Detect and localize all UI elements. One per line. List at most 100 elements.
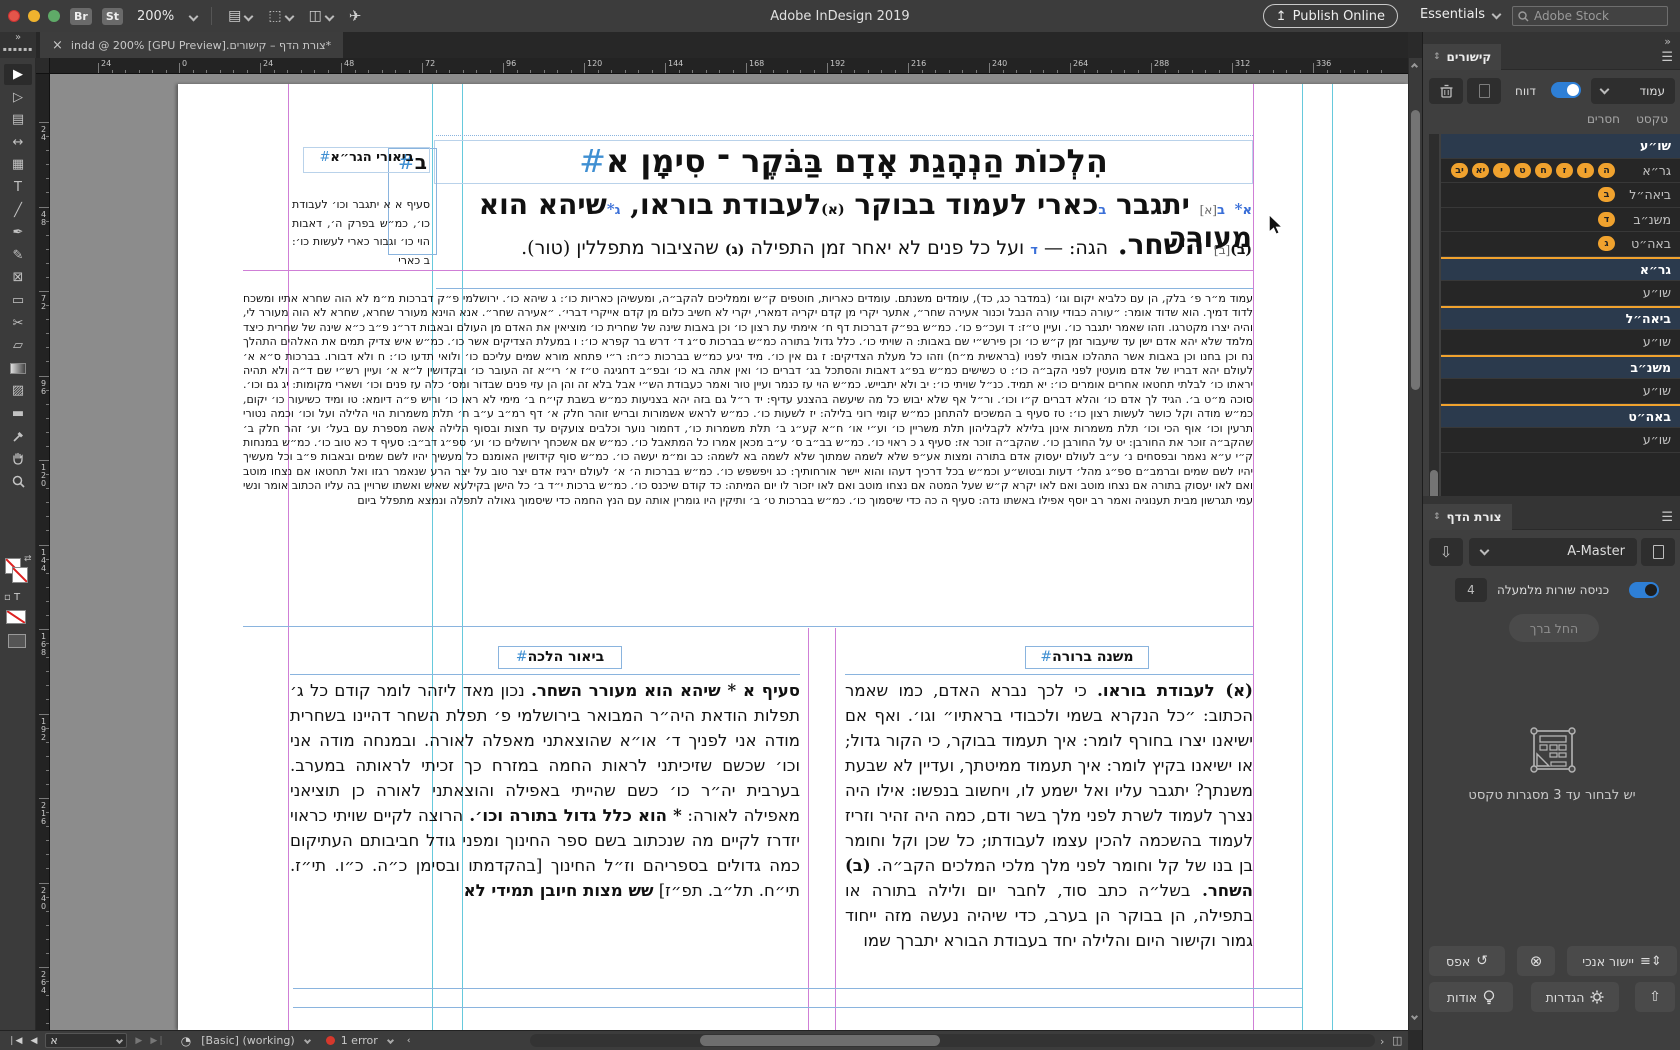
- selection-tool[interactable]: ▶: [4, 64, 32, 85]
- vertical-scrollbar[interactable]: [1408, 58, 1422, 1030]
- close-traffic-light[interactable]: [8, 10, 20, 22]
- link-badge[interactable]: ג: [1598, 236, 1615, 252]
- column-guide[interactable]: [808, 628, 809, 1030]
- column-header-missing[interactable]: חסרים: [1587, 112, 1620, 126]
- note-tool[interactable]: ▬: [4, 403, 32, 424]
- page-mode-dropdown[interactable]: עמוד: [1591, 78, 1675, 104]
- free-transform-tool[interactable]: ▱: [4, 335, 32, 356]
- links-row[interactable]: שו״ע: [1441, 330, 1680, 355]
- scroll-right-arrow[interactable]: ›: [1380, 1035, 1384, 1048]
- pencil-tool[interactable]: ✎: [4, 245, 32, 266]
- page-heading[interactable]: הִלְכוֹת הַנְהָגַת אָדָם בַּבֹּקֶר ־ סִי…: [434, 142, 1253, 180]
- beur-halacha-header-frame[interactable]: ביאור הלכה#: [498, 646, 622, 669]
- stock-search-field[interactable]: Adobe Stock: [1512, 6, 1668, 26]
- preflight-profile[interactable]: [Basic] (working): [201, 1034, 294, 1047]
- link-badge[interactable]: ט: [1514, 162, 1531, 178]
- document-canvas[interactable]: הִלְכוֹת הַנְהָגַת אָדָם בַּבֹּקֶר ־ סִי…: [50, 74, 1408, 1030]
- link-badge[interactable]: ז: [1556, 162, 1573, 178]
- link-badge[interactable]: יא: [1472, 162, 1489, 178]
- links-row[interactable]: ביאה״ל ב: [1441, 183, 1680, 208]
- vertical-align-button[interactable]: ⇕≡ יישור אנכי: [1567, 946, 1677, 976]
- column-header-text[interactable]: טקסט: [1636, 112, 1668, 126]
- stock-button[interactable]: St: [101, 7, 123, 25]
- links-row[interactable]: שו״ע: [1441, 428, 1680, 453]
- page-shape-panel-tab[interactable]: צורת הדף ↕: [1423, 504, 1512, 530]
- publish-online-button[interactable]: ↥ Publish Online: [1262, 4, 1398, 28]
- mishna-berura-header-frame[interactable]: משנה ברורה#: [1025, 646, 1149, 669]
- reset-button[interactable]: ↺ אפס: [1429, 946, 1505, 976]
- line-tool[interactable]: ╱: [4, 200, 32, 221]
- rows-from-top-value[interactable]: 4: [1455, 578, 1487, 602]
- stroke-swatch[interactable]: [12, 567, 28, 583]
- frame-tool[interactable]: ⊠: [4, 267, 32, 288]
- links-row[interactable]: משנ״ב ד: [1441, 208, 1680, 232]
- links-panel-tab[interactable]: קישורים ↕: [1423, 44, 1502, 70]
- collapse-panels-icon[interactable]: »: [1664, 35, 1671, 48]
- preflight-chevron[interactable]: [303, 1036, 311, 1045]
- horizontal-scroll-thumb[interactable]: [700, 1035, 940, 1046]
- view-options-dropdown[interactable]: ▤: [228, 8, 254, 24]
- previous-page-button[interactable]: ◀: [30, 1036, 37, 1046]
- load-master-button[interactable]: ⇩: [1429, 538, 1463, 566]
- links-row[interactable]: באה״ט: [1441, 403, 1680, 428]
- horizontal-ruler[interactable]: 24 0 24 48 72 96 120 144 168 192 216 240 264 288 312 33…: [50, 58, 1408, 74]
- hand-tool[interactable]: [4, 448, 32, 469]
- document-tab[interactable]: × indd @ 200% [GPU Preview].צורת הדף – ק…: [40, 32, 344, 58]
- eyedropper-tool[interactable]: [4, 426, 32, 447]
- links-row[interactable]: שו״ע: [1441, 281, 1680, 306]
- rectangle-tool[interactable]: ▭: [4, 290, 32, 311]
- first-page-button[interactable]: ❘◀: [8, 1036, 22, 1046]
- zoom-level-dropdown[interactable]: 200%: [137, 9, 174, 24]
- pen-tool[interactable]: ✒: [4, 222, 32, 243]
- links-row[interactable]: ביאה״ל: [1441, 305, 1680, 330]
- zoom-tool[interactable]: [4, 471, 32, 492]
- clear-overrides-button[interactable]: ⊗: [1517, 946, 1555, 976]
- tab-close-icon[interactable]: ×: [52, 38, 63, 53]
- delete-link-button[interactable]: [1429, 78, 1463, 104]
- report-toggle[interactable]: [1551, 82, 1581, 98]
- gradient-feather-tool[interactable]: ▨: [4, 380, 32, 401]
- zoom-chevron[interactable]: [188, 11, 199, 21]
- arrange-documents-dropdown[interactable]: ◫: [309, 8, 335, 24]
- minimize-traffic-light[interactable]: [28, 10, 40, 22]
- link-badge[interactable]: י: [1493, 162, 1510, 178]
- vertical-ruler[interactable]: 24 48 72 96 120 144 168 192 216 240 264: [36, 74, 50, 1030]
- gradient-tool[interactable]: [4, 358, 32, 379]
- link-badge[interactable]: ב: [1598, 187, 1615, 203]
- scroll-left-arrow[interactable]: ‹: [407, 1036, 411, 1046]
- type-tool[interactable]: T: [4, 177, 32, 198]
- scroll-down-arrow[interactable]: [1410, 1012, 1419, 1021]
- links-row[interactable]: משנ״ב: [1441, 354, 1680, 379]
- links-row[interactable]: שו״ע: [1441, 134, 1680, 159]
- workspace-switcher[interactable]: Essentials: [1420, 7, 1502, 22]
- column-guide[interactable]: [835, 628, 836, 1030]
- content-collector-tool[interactable]: ▦: [4, 154, 32, 175]
- error-count[interactable]: 1 error: [341, 1034, 378, 1047]
- ruler-guide[interactable]: [1332, 84, 1333, 1030]
- links-panel-menu-icon[interactable]: ☰: [1661, 50, 1673, 65]
- gpu-rocket-icon[interactable]: ✈: [349, 7, 362, 25]
- links-row[interactable]: שו״ע: [1441, 379, 1680, 404]
- link-badge[interactable]: ו: [1577, 162, 1594, 178]
- next-page-button[interactable]: ▶: [135, 1036, 142, 1046]
- settings-button[interactable]: הגדרות: [1531, 982, 1619, 1012]
- link-badge[interactable]: ח: [1535, 162, 1552, 178]
- tools-panel-header[interactable]: » ▪▪▪▪▪▪: [0, 32, 36, 58]
- link-badge[interactable]: יב: [1451, 162, 1468, 178]
- direct-selection-tool[interactable]: ▷: [4, 87, 32, 108]
- ruler-corner[interactable]: [36, 58, 50, 74]
- horizontal-scrollbar[interactable]: [530, 1034, 1375, 1047]
- screen-mode-button[interactable]: [8, 634, 26, 648]
- mishna-berura-column[interactable]: (א) לעבודת בוראו. כי לכך נברא האדם, כמו …: [845, 678, 1253, 1028]
- apply-none-button[interactable]: [6, 610, 26, 624]
- scroll-up-arrow[interactable]: [1410, 62, 1419, 71]
- master-dropdown[interactable]: A-Master: [1469, 538, 1637, 566]
- error-chevron[interactable]: [386, 1036, 394, 1045]
- shulchan-aruch-text[interactable]: א* ב[א] יתגבר בכארי לעמוד בבוקר (א)לעבוד…: [436, 188, 1252, 261]
- margin-guide[interactable]: [1253, 84, 1254, 1030]
- zoom-traffic-light[interactable]: [48, 10, 60, 22]
- links-row[interactable]: גר״א: [1441, 256, 1680, 281]
- scissors-tool[interactable]: ✂: [4, 313, 32, 334]
- page-tool[interactable]: ▤: [4, 109, 32, 130]
- gap-tool[interactable]: ↔: [4, 132, 32, 153]
